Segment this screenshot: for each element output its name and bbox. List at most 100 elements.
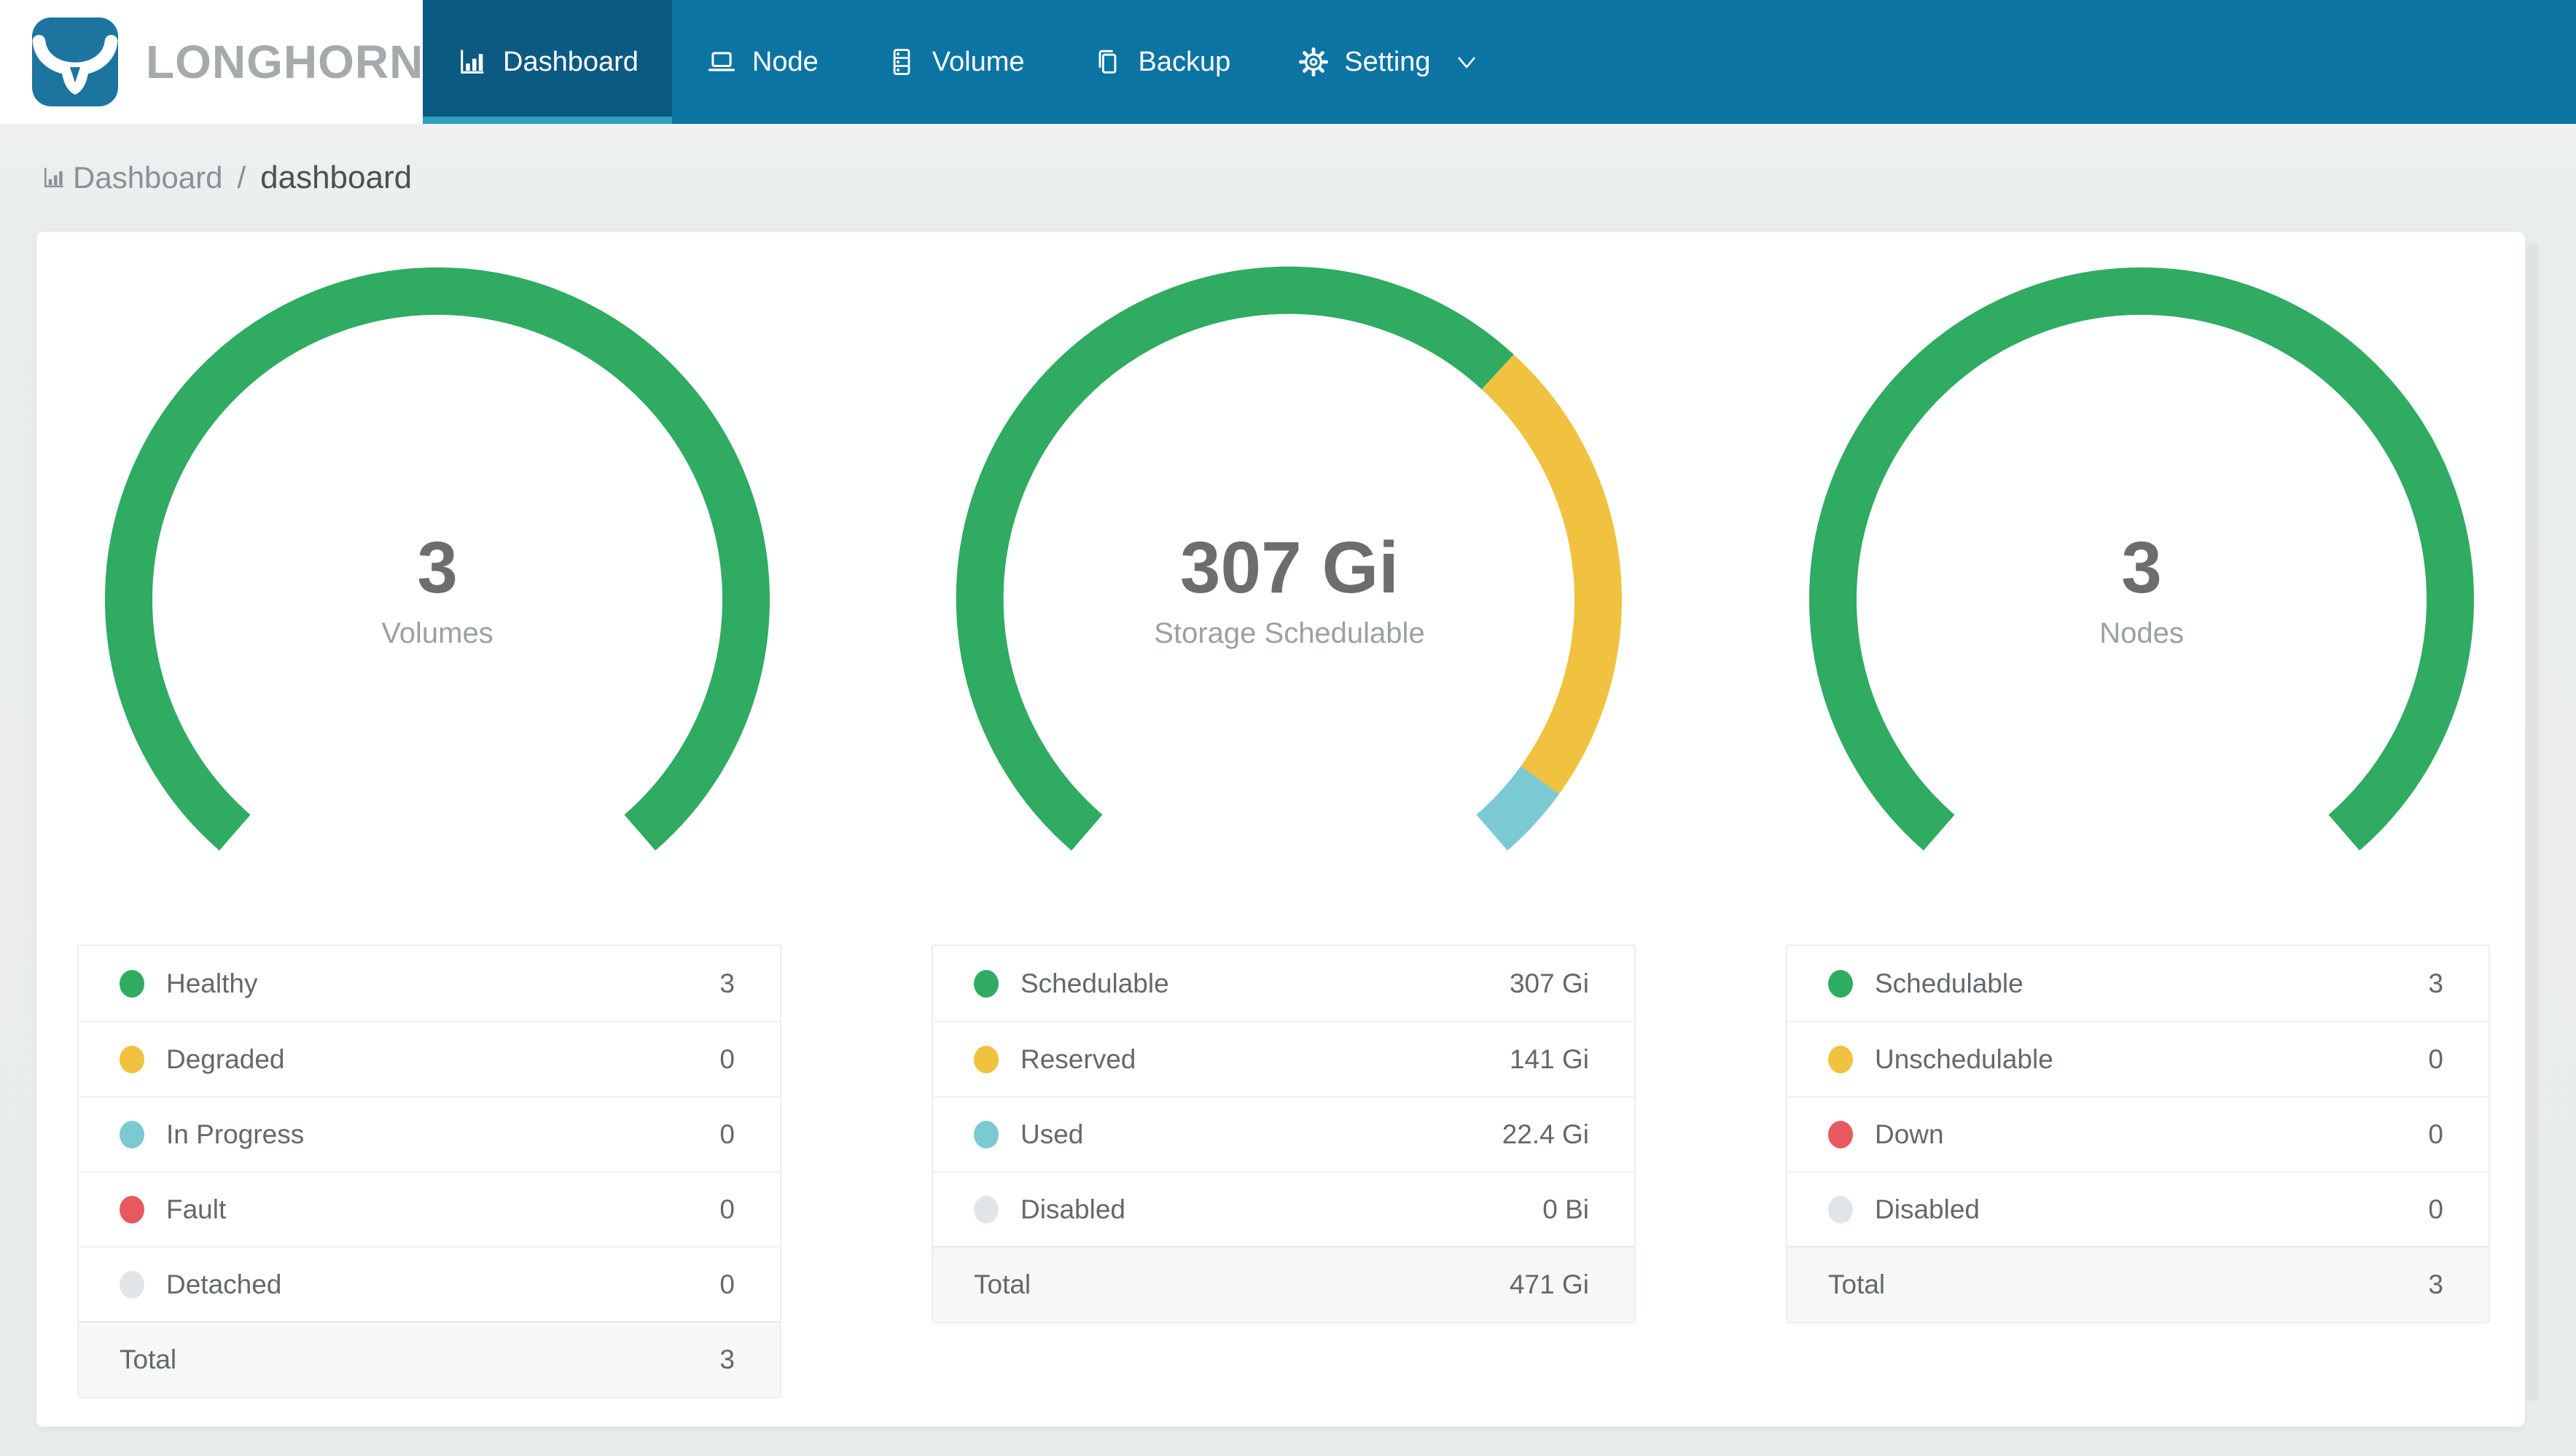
legend-value: 0 bbox=[2428, 1044, 2443, 1074]
green-status-dot-icon bbox=[974, 969, 999, 998]
legend-label: Detached bbox=[166, 1269, 282, 1299]
legend-value: 0 bbox=[719, 1119, 735, 1149]
nav-item-label: Setting bbox=[1344, 46, 1431, 77]
red-status-dot-icon bbox=[120, 1195, 144, 1224]
legend-value: 0 bbox=[2428, 1119, 2443, 1149]
legend-row: Down 0 bbox=[1787, 1096, 2489, 1171]
logo[interactable]: LONGHORN bbox=[0, 0, 423, 124]
total-value: 471 Gi bbox=[1509, 1269, 1589, 1299]
yellow-status-dot-icon bbox=[974, 1045, 999, 1073]
storage-gauge-chart: 307 Gi Storage Schedulable bbox=[954, 265, 1625, 935]
nav-item-label: Volume bbox=[932, 46, 1025, 77]
legend-value: 3 bbox=[2428, 968, 2443, 998]
total-label: Total bbox=[974, 1269, 1031, 1299]
nav-menu: Dashboard Node Volume Backup Setting bbox=[423, 0, 1513, 124]
laptop-icon bbox=[706, 46, 738, 78]
nodes-legend-table: Schedulable 3 Unschedulable 0 Down 0 Disabled 0… bbox=[1786, 944, 2490, 1323]
legend-label: Schedulable bbox=[1875, 968, 2023, 998]
legend-value: 0 bbox=[719, 1194, 735, 1224]
legend-row: Disabled 0 bbox=[1787, 1171, 2489, 1246]
legend-row: Used 22.4 Gi bbox=[933, 1096, 1634, 1171]
nav-item-volume[interactable]: Volume bbox=[852, 0, 1058, 124]
legend-label: Disabled bbox=[1020, 1194, 1125, 1224]
gauge-center-label: Storage Schedulable bbox=[1154, 617, 1425, 649]
legend-value: 0 Bi bbox=[1542, 1194, 1589, 1224]
gear-icon bbox=[1297, 46, 1330, 78]
legend-row: Fault 0 bbox=[79, 1171, 780, 1246]
legend-value: 3 bbox=[719, 968, 735, 998]
legend-label: Down bbox=[1875, 1119, 1944, 1149]
legend-value: 141 Gi bbox=[1509, 1044, 1589, 1074]
green-status-dot-icon bbox=[120, 969, 144, 998]
legend-row: Schedulable 307 Gi bbox=[933, 946, 1634, 1021]
legend-value: 307 Gi bbox=[1509, 968, 1589, 998]
nav-item-label: Backup bbox=[1138, 46, 1231, 77]
legend-label: Unschedulable bbox=[1875, 1044, 2053, 1074]
nav-item-label: Dashboard bbox=[503, 46, 639, 77]
total-value: 3 bbox=[719, 1345, 735, 1374]
breadcrumb-separator: / bbox=[237, 160, 246, 195]
legend-total-row: Total 3 bbox=[79, 1321, 780, 1397]
breadcrumb-section: Dashboard bbox=[73, 160, 223, 195]
gauge-center-label: Nodes bbox=[2099, 617, 2184, 649]
nodes-gauge-chart: 3 Nodes bbox=[1806, 265, 2477, 935]
legend-label: Degraded bbox=[166, 1044, 285, 1074]
breadcrumb-dashboard-link[interactable]: Dashboard bbox=[41, 160, 222, 195]
gauge-center-value: 3 bbox=[2121, 527, 2162, 608]
yellow-status-dot-icon bbox=[120, 1045, 144, 1073]
legend-row: Detached 0 bbox=[79, 1246, 780, 1321]
bar-chart-icon bbox=[456, 46, 488, 78]
yellow-status-dot-icon bbox=[1828, 1045, 1853, 1073]
legend-label: Fault bbox=[166, 1194, 227, 1224]
teal-status-dot-icon bbox=[120, 1120, 144, 1148]
storage-legend-table: Schedulable 307 Gi Reserved 141 Gi Used 22.4 … bbox=[932, 944, 1636, 1323]
legend-row: Reserved 141 Gi bbox=[933, 1021, 1634, 1096]
gauge-center-value: 307 Gi bbox=[1179, 527, 1400, 608]
legend-label: Healthy bbox=[166, 968, 258, 998]
nav-item-setting[interactable]: Setting bbox=[1264, 0, 1512, 124]
nav-item-node[interactable]: Node bbox=[672, 0, 852, 124]
red-status-dot-icon bbox=[1828, 1120, 1853, 1148]
chevron-down-icon bbox=[1454, 50, 1479, 74]
green-status-dot-icon bbox=[1828, 969, 1853, 998]
gauge-center-label: Volumes bbox=[381, 617, 493, 649]
legend-label: Used bbox=[1020, 1119, 1084, 1149]
legend-row: Disabled 0 Bi bbox=[933, 1171, 1634, 1246]
breadcrumb-current-page: dashboard bbox=[260, 160, 413, 195]
top-navbar: LONGHORN Dashboard Node Volume Backup Se… bbox=[0, 0, 2576, 124]
legend-label: Schedulable bbox=[1020, 968, 1169, 998]
nav-item-dashboard[interactable]: Dashboard bbox=[423, 0, 672, 124]
teal-status-dot-icon bbox=[974, 1120, 999, 1148]
volumes-legend-table: Healthy 3 Degraded 0 In Progress 0 Fault 0 Detac… bbox=[77, 944, 781, 1398]
legend-label: In Progress bbox=[166, 1119, 305, 1149]
legend-total-row: Total 3 bbox=[1787, 1246, 2489, 1322]
bar-chart-icon bbox=[44, 168, 63, 187]
legend-value: 22.4 Gi bbox=[1502, 1119, 1589, 1149]
volumes-gauge-chart: 3 Volumes bbox=[102, 265, 773, 935]
legend-row: Schedulable 3 bbox=[1787, 946, 2489, 1021]
gray-status-dot-icon bbox=[974, 1195, 999, 1224]
breadcrumb: Dashboard / dashboard bbox=[41, 124, 412, 232]
legend-row: In Progress 0 bbox=[79, 1096, 780, 1171]
legend-value: 0 bbox=[719, 1044, 735, 1074]
gray-status-dot-icon bbox=[120, 1270, 144, 1299]
gauge-center-value: 3 bbox=[417, 527, 458, 608]
legend-label: Reserved bbox=[1020, 1044, 1136, 1074]
copy-icon bbox=[1092, 46, 1124, 78]
legend-value: 0 bbox=[719, 1269, 735, 1299]
total-label: Total bbox=[120, 1345, 177, 1374]
brand-name: LONGHORN bbox=[146, 36, 424, 88]
legend-label: Disabled bbox=[1875, 1194, 1980, 1224]
total-value: 3 bbox=[2428, 1269, 2443, 1299]
vertical-scrollbar-thumb[interactable] bbox=[2526, 243, 2539, 1401]
nav-item-label: Node bbox=[752, 46, 819, 77]
legend-row: Unschedulable 0 bbox=[1787, 1021, 2489, 1096]
legend-row: Degraded 0 bbox=[79, 1021, 780, 1096]
gray-status-dot-icon bbox=[1828, 1195, 1853, 1224]
nav-item-backup[interactable]: Backup bbox=[1058, 0, 1265, 124]
legend-total-row: Total 471 Gi bbox=[933, 1246, 1634, 1322]
total-label: Total bbox=[1828, 1269, 1886, 1299]
legend-row: Healthy 3 bbox=[79, 946, 780, 1021]
legend-value: 0 bbox=[2428, 1194, 2443, 1224]
longhorn-logo-icon bbox=[32, 17, 118, 106]
